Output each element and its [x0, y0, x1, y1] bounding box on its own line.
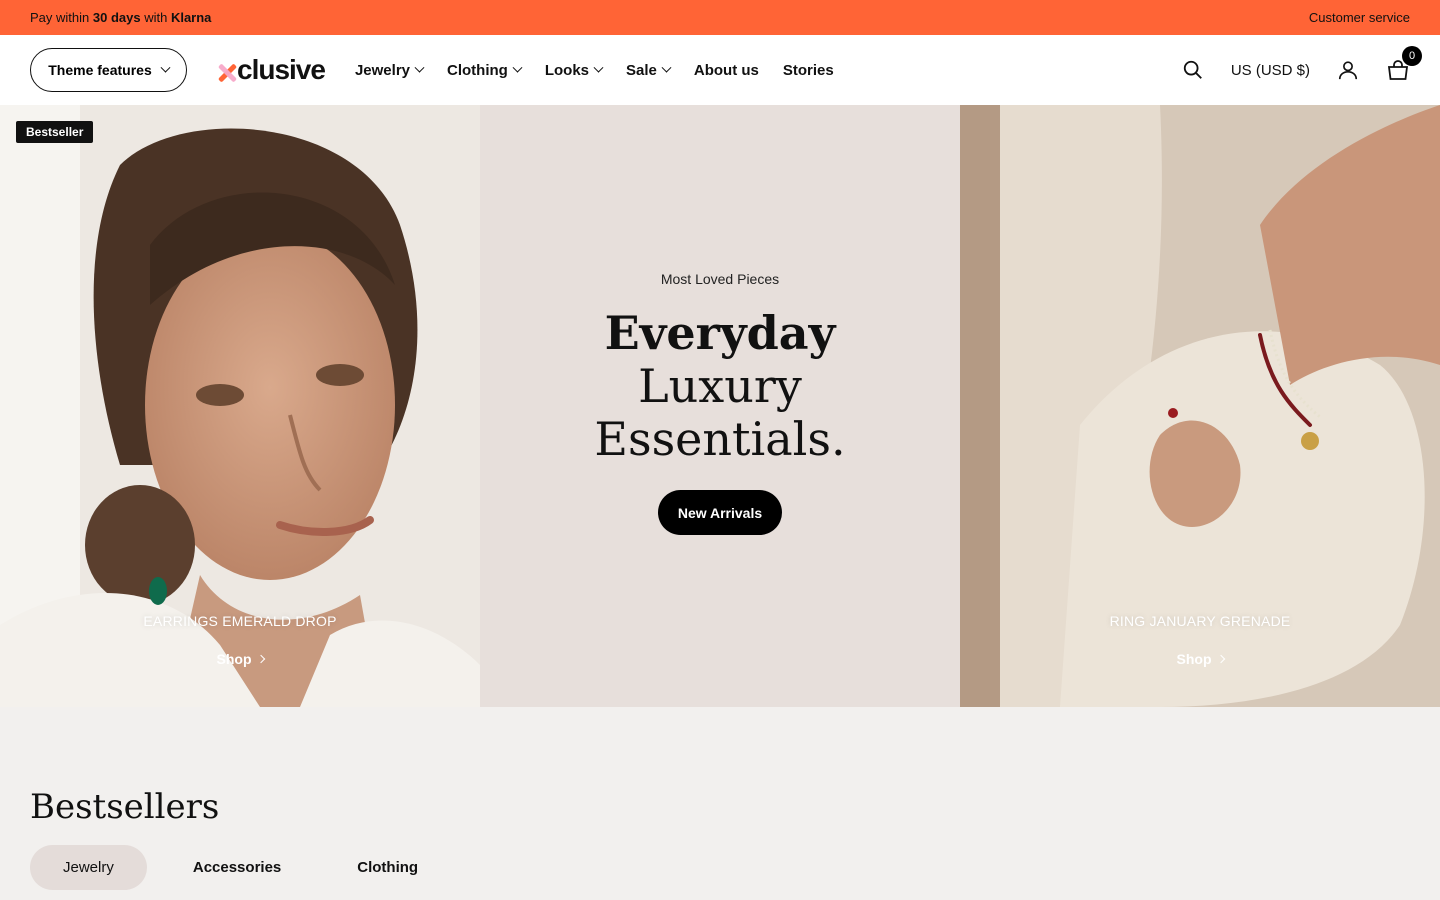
nav-label: Looks [544, 61, 590, 79]
announcement-bar: Pay within 30 days with Klarna Customer … [0, 0, 1440, 35]
bestseller-badge: Bestseller [16, 121, 94, 143]
theme-features-button[interactable]: Theme features [30, 48, 187, 92]
ring-caption: RING JANUARY GRENADE Shop [960, 613, 1440, 669]
account-button[interactable] [1336, 58, 1360, 82]
header-tools: US (USD $) 0 [1181, 46, 1422, 82]
product-title: RING JANUARY GRENADE [1109, 613, 1291, 629]
site-header: Theme features clusive Jewelry Clothing … [0, 35, 1440, 105]
theme-features-label: Theme features [48, 62, 152, 78]
nav-item-sale[interactable]: Sale [626, 61, 672, 79]
hero-panel-ring[interactable]: RING JANUARY GRENADE Shop [960, 105, 1440, 707]
hero-section: Bestseller EARRINGS EMERALD DROP Shop Mo… [0, 105, 1440, 707]
pay-with-text: with [144, 10, 168, 25]
nav-label: Jewelry [354, 61, 410, 79]
tab-accessories[interactable]: Accessories [160, 845, 314, 890]
logo-x-mark [218, 64, 236, 82]
nav-item-about-us[interactable]: About us [694, 62, 759, 79]
cart-button[interactable]: 0 [1386, 46, 1422, 82]
headline-line-2: Luxury [638, 359, 802, 413]
cart-count-badge: 0 [1402, 46, 1422, 66]
nav-item-looks[interactable]: Looks [544, 61, 604, 79]
product-title: EARRINGS EMERALD DROP [143, 613, 337, 629]
shop-label: Shop [1176, 651, 1212, 667]
chevron-down-icon [661, 62, 672, 73]
customer-service-link[interactable]: Customer service [1309, 10, 1410, 25]
nav-label: About us [693, 61, 759, 79]
chevron-right-icon [256, 654, 265, 664]
tab-clothing[interactable]: Clothing [324, 845, 451, 890]
pay-prefix-text: Pay within [30, 10, 90, 25]
pay-provider-text: Klarna [170, 10, 212, 25]
bestsellers-tabs: Jewelry Accessories Clothing [30, 845, 1410, 890]
new-arrivals-button[interactable]: New Arrivals [657, 490, 783, 535]
nav-item-clothing[interactable]: Clothing [447, 61, 523, 79]
shop-label: Shop [216, 651, 252, 667]
hero-panel-earrings[interactable]: Bestseller EARRINGS EMERALD DROP Shop [0, 105, 480, 707]
logo[interactable]: clusive [218, 54, 326, 86]
chevron-right-icon [1216, 654, 1225, 664]
main-nav: Jewelry Clothing Looks Sale About us Sto… [355, 62, 834, 79]
pay-days-text: 30 days [92, 10, 141, 25]
nav-label: Stories [782, 61, 834, 79]
nav-item-jewelry[interactable]: Jewelry [354, 61, 425, 79]
headline-line-1: Everyday [604, 306, 836, 360]
section-title: Bestsellers [30, 787, 220, 827]
logo-text: clusive [237, 54, 326, 85]
chevron-down-icon [593, 62, 604, 73]
chevron-down-icon [160, 62, 171, 73]
search-icon [1183, 60, 1202, 79]
user-icon [1338, 61, 1358, 80]
nav-label: Sale [626, 61, 657, 79]
nav-label: Clothing [447, 61, 508, 79]
currency-selector[interactable]: US (USD $) [1231, 62, 1310, 79]
chevron-down-icon [512, 62, 523, 73]
chevron-down-icon [414, 62, 425, 73]
hero-eyebrow: Most Loved Pieces [660, 271, 780, 287]
search-button[interactable] [1181, 58, 1205, 82]
hero-panel-headline: Most Loved Pieces Everyday Luxury Essent… [480, 105, 960, 707]
shop-earrings-link[interactable]: Shop [216, 651, 265, 667]
tab-jewelry[interactable]: Jewelry [30, 845, 147, 890]
klarna-message: Pay within 30 days with Klarna [30, 10, 211, 25]
headline-line-3: Essentials. [594, 412, 846, 466]
shop-ring-link[interactable]: Shop [1176, 651, 1225, 667]
nav-item-stories[interactable]: Stories [783, 62, 834, 79]
bestsellers-section: Bestsellers Jewelry Accessories Clothing [0, 707, 1440, 900]
hero-headline: Everyday Luxury Essentials. [594, 307, 845, 466]
earrings-caption: EARRINGS EMERALD DROP Shop [0, 613, 480, 669]
